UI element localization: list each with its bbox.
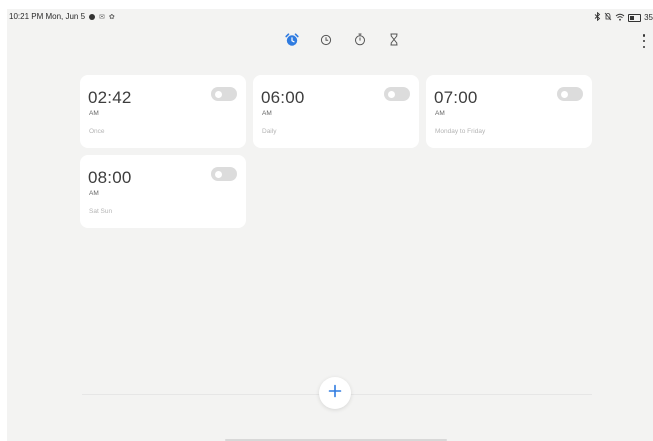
toggle-knob [215,90,222,98]
alarm-card[interactable]: 08:00 AM Sat Sun [80,155,246,228]
notification-dot-icon [89,13,96,20]
alarm-ampm: AM [89,110,99,117]
plus-icon [328,384,342,403]
alarm-time: 06:00 [261,88,305,107]
alarm-repeat: Sat Sun [89,208,113,215]
alarm-repeat: Monday to Friday [435,128,486,135]
alarm-toggle[interactable] [211,167,237,181]
alarm-clock-icon [285,32,299,52]
alarm-toggle[interactable] [557,87,583,101]
add-alarm-button[interactable] [319,377,351,409]
clock-icon [320,33,332,51]
alarm-ampm: AM [89,190,99,197]
more-options-icon[interactable] [640,34,648,48]
hourglass-icon [389,33,399,51]
alarm-time: 08:00 [88,168,132,187]
alarm-toggle[interactable] [211,87,237,101]
toggle-knob [388,90,395,98]
alarm-repeat: Daily [262,128,277,135]
alarm-ampm: AM [435,110,445,117]
alarm-card[interactable]: 02:42 AM Once [80,75,246,148]
alarm-card[interactable]: 06:00 AM Daily [253,75,419,148]
tab-clock[interactable] [314,33,338,51]
status-right: 35 [594,11,653,23]
status-left: 10:21 PM Mon, Jun 5 ✉ ✿ [9,12,115,21]
battery-icon [628,13,642,22]
mute-icon [604,12,612,23]
tab-bar [280,32,406,52]
alarm-repeat: Once [89,128,105,135]
alarm-ampm: AM [262,110,272,117]
alarm-time: 02:42 [88,88,132,107]
battery-level: 35 [644,13,653,22]
alarm-card[interactable]: 07:00 AM Monday to Friday [426,75,592,148]
wifi-icon [615,13,625,23]
notification-icon: ✉ [99,13,105,21]
toggle-knob [561,90,568,98]
alarm-toggle[interactable] [384,87,410,101]
stopwatch-icon [354,33,366,51]
tab-stopwatch[interactable] [348,33,372,51]
tab-timer[interactable] [382,33,406,51]
status-bar: 10:21 PM Mon, Jun 5 ✉ ✿ 35 [7,9,653,25]
tab-alarm[interactable] [280,32,304,52]
bluetooth-icon [594,11,601,23]
status-time-date: 10:21 PM Mon, Jun 5 [9,12,86,21]
clock-app-screen: 10:21 PM Mon, Jun 5 ✉ ✿ 35 02:42 AM Once… [7,9,653,441]
alarm-time: 07:00 [434,88,478,107]
toggle-knob [215,170,222,178]
settings-gear-icon: ✿ [108,13,115,21]
